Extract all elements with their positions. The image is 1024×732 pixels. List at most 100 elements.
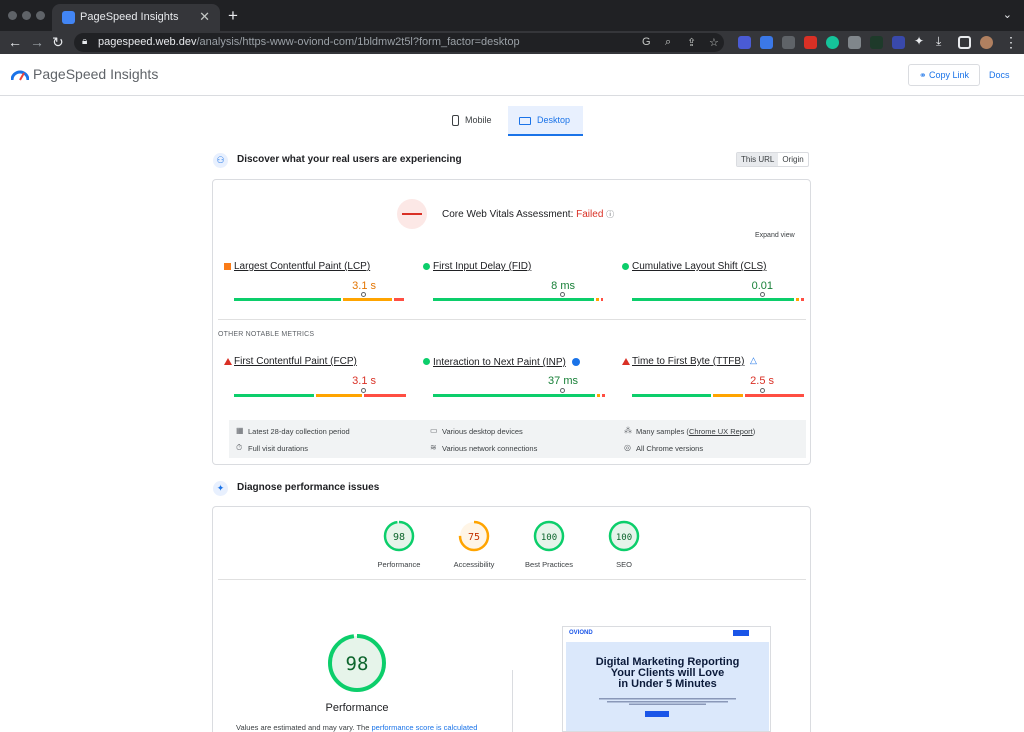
phone-icon (452, 115, 459, 127)
maximize-window-button[interactable] (36, 11, 45, 20)
good-circle-icon (423, 263, 430, 270)
metric-fid[interactable]: First Input Delay (FID) (433, 261, 531, 272)
other-metrics-label: OTHER NOTABLE METRICS (218, 331, 315, 338)
extension-6-icon[interactable] (848, 36, 861, 49)
tab-search-chevron-icon[interactable]: ⌄ (1003, 8, 1012, 21)
metric-ttfb[interactable]: Time to First Byte (TTFB) (632, 356, 744, 367)
thumb-brand: OVIOND (569, 630, 593, 636)
info-network: Various network connections (442, 444, 538, 453)
best-practices-label: Best Practices (525, 560, 573, 569)
diagnose-icon: ✦ (213, 481, 228, 496)
expand-view-link[interactable]: Expand view (755, 232, 795, 239)
big-performance-gauge: 98 (328, 634, 386, 692)
laptop-icon (519, 116, 531, 125)
calendar-icon: ▦ (236, 426, 244, 435)
bookmark-star-icon[interactable]: ☆ (709, 36, 719, 49)
cwv-assessment-status: Failed (576, 209, 604, 220)
accessibility-score: 75 (468, 532, 480, 543)
url-origin-toggle[interactable]: This URL Origin (736, 152, 809, 167)
info-devices: Various desktop devices (442, 427, 523, 436)
extension-2-icon[interactable] (760, 36, 773, 49)
docs-link[interactable]: Docs (989, 70, 1010, 80)
metric-lcp-bar (234, 298, 406, 301)
help-icon[interactable]: ⓘ (606, 210, 614, 219)
big-performance-score: 98 (346, 653, 369, 675)
metric-lcp-value: 3.1 s (352, 280, 376, 292)
metric-cls-value: 0.01 (751, 280, 773, 292)
metrics-divider (218, 319, 806, 320)
browser-menu-icon[interactable]: ⋮ (1004, 34, 1018, 51)
metric-inp[interactable]: Interaction to Next Paint (INP) (433, 357, 566, 368)
users-icon: ⚇ (213, 153, 228, 168)
address-bar[interactable]: 🔒︎ pagespeed.web.dev/analysis/https-www-… (74, 33, 724, 52)
share-icon[interactable]: ⇪ (687, 36, 696, 49)
copy-link-button[interactable]: ⚭ Copy Link (908, 64, 980, 86)
download-icon[interactable]: ⤓ (936, 34, 941, 49)
accessibility-label: Accessibility (453, 560, 495, 569)
info-collection: Latest 28-day collection period (248, 427, 350, 436)
tab-desktop[interactable]: Desktop (508, 106, 583, 136)
performance-label: Performance (377, 560, 421, 569)
timer-icon: ⏱ (236, 443, 243, 452)
info-icon[interactable] (572, 358, 580, 366)
tab-bar: PageSpeed Insights ✕ + ⌄ (0, 0, 1024, 31)
performance-score: 98 (393, 532, 405, 543)
extensions-puzzle-icon[interactable]: ✦ (914, 34, 924, 48)
extension-8-icon[interactable] (892, 36, 905, 49)
metric-cls-bar (632, 298, 806, 301)
poor-triangle-icon (622, 358, 630, 365)
samples-icon: ⁂ (624, 426, 632, 435)
tab-mobile[interactable]: Mobile (442, 106, 504, 136)
google-icon[interactable]: G (642, 36, 651, 48)
side-panel-icon[interactable] (958, 36, 971, 49)
chrome-ux-report-link[interactable]: Chrome UX Report (689, 427, 753, 436)
performance-score-link[interactable]: performance score is calculated (372, 723, 478, 732)
browser-tab[interactable]: PageSpeed Insights ✕ (52, 4, 220, 31)
metric-cls[interactable]: Cumulative Layout Shift (CLS) (632, 261, 767, 272)
toggle-this-url[interactable]: This URL (737, 153, 779, 166)
lock-icon: 🔒︎ (82, 36, 88, 47)
minimize-window-button[interactable] (22, 11, 31, 20)
average-square-icon (224, 263, 231, 270)
real-users-title: Discover what your real users are experi… (237, 154, 462, 165)
thumb-cta-button (645, 711, 669, 717)
metric-ttfb-bar (632, 394, 806, 397)
extension-4-icon[interactable] (804, 36, 817, 49)
toggle-origin[interactable]: Origin (778, 153, 807, 166)
seo-score: 100 (616, 533, 632, 543)
zoom-icon[interactable]: ⌕ (665, 36, 671, 49)
profile-avatar[interactable] (980, 36, 993, 49)
thumb-subtext (599, 698, 736, 705)
extension-7-icon[interactable] (870, 36, 883, 49)
new-tab-icon[interactable]: + (228, 6, 238, 26)
vertical-divider (512, 670, 513, 732)
chrome-icon: ◎ (624, 443, 631, 452)
browser-toolbar: ← → ↻ 🔒︎ pagespeed.web.dev/analysis/http… (0, 31, 1024, 54)
seo-gauge: 100 (608, 520, 640, 552)
gauges-divider (218, 579, 806, 580)
cwv-failed-icon (397, 199, 427, 229)
experimental-flask-icon: △ (750, 355, 757, 365)
metric-cls-pin (760, 292, 765, 297)
metric-fcp[interactable]: First Contentful Paint (FCP) (234, 356, 357, 367)
browser-window: PageSpeed Insights ✕ + ⌄ ← → ↻ 🔒︎ pagesp… (0, 0, 1024, 732)
back-arrow-icon[interactable]: ← (8, 34, 22, 50)
metric-inp-bar (433, 394, 607, 397)
accessibility-gauge: 75 (458, 520, 490, 552)
thumb-nav: OVIOND (563, 627, 770, 640)
thumb-headline: Digital Marketing Reporting Your Clients… (563, 657, 770, 690)
close-window-button[interactable] (8, 11, 17, 20)
close-tab-icon[interactable]: ✕ (199, 9, 210, 25)
reload-icon[interactable]: ↻ (52, 34, 64, 51)
grammarly-icon[interactable] (826, 36, 839, 49)
forward-arrow-icon[interactable]: → (30, 34, 44, 50)
best-practices-score: 100 (541, 533, 557, 543)
tab-mobile-label: Mobile (465, 115, 492, 125)
psi-header: PageSpeed Insights ⚭ Copy Link Docs (0, 54, 1024, 96)
metric-lcp[interactable]: Largest Contentful Paint (LCP) (234, 261, 370, 272)
devices-icon: ▭ (430, 426, 438, 435)
extension-3-icon[interactable] (782, 36, 795, 49)
performance-note-text: Values are estimated and may vary. The (236, 723, 370, 732)
logo-text[interactable]: PageSpeed Insights (33, 66, 158, 82)
extension-1-icon[interactable] (738, 36, 751, 49)
